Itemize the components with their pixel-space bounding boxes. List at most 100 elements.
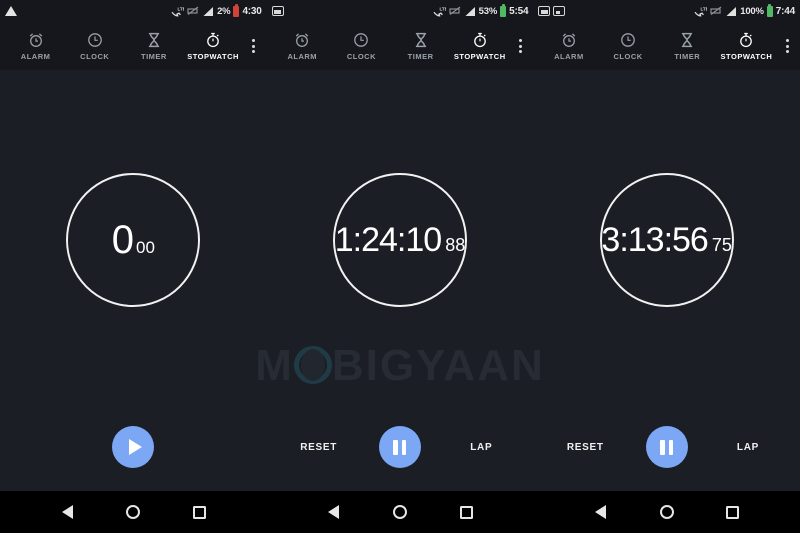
svg-text:LTE: LTE: [178, 6, 185, 11]
status-right-icons: LTE 2% 4:30: [171, 3, 262, 17]
tab-stopwatch[interactable]: STOPWATCH: [717, 22, 776, 70]
reset-button[interactable]: RESET: [291, 442, 347, 453]
stopwatch-icon: [205, 32, 221, 49]
tab-alarm[interactable]: ALARM: [6, 22, 65, 70]
stopwatch-icon: [738, 32, 754, 49]
stopwatch-time: 3:13:56 75: [601, 223, 731, 257]
status-left-icons: [5, 6, 17, 16]
signal-bars-icon: [725, 6, 737, 17]
nav-group: [267, 491, 534, 533]
mute-icon: [710, 6, 722, 16]
panel-stopwatch-running-2: LTE 100% 7:44 ALARM: [533, 0, 800, 491]
tab-alarm[interactable]: ALARM: [273, 22, 332, 70]
stopwatch-icon: [472, 32, 488, 49]
home-icon[interactable]: [113, 491, 153, 533]
stopwatch-controls: RESET LAP: [267, 424, 534, 470]
more-vert-icon[interactable]: [509, 22, 531, 70]
stopwatch-time: 1:24:10 88: [335, 223, 465, 257]
reset-button[interactable]: RESET: [557, 442, 613, 453]
more-vert-icon[interactable]: [776, 22, 798, 70]
screenshot-notification-icon: [538, 6, 551, 16]
alarm-icon: [28, 32, 44, 49]
recents-icon[interactable]: [180, 491, 220, 533]
recents-icon[interactable]: [713, 491, 753, 533]
screenshot-notification-icon: [271, 6, 284, 16]
hourglass-icon: [413, 32, 429, 49]
volte-phone-icon: LTE: [433, 6, 446, 17]
stopwatch-hundredths: 88: [445, 235, 466, 255]
battery-percent-label: 2%: [217, 5, 231, 17]
battery-percent-label: 100%: [740, 5, 764, 17]
tab-clock-label: CLOCK: [80, 51, 110, 61]
tab-stopwatch[interactable]: STOPWATCH: [450, 22, 509, 70]
tab-timer[interactable]: TIMER: [124, 22, 183, 70]
tab-clock-label: CLOCK: [613, 51, 643, 61]
status-clock: 4:30: [242, 5, 262, 17]
svg-text:LTE: LTE: [701, 6, 708, 11]
status-bar: LTE 100% 7:44: [533, 0, 800, 22]
tab-clock[interactable]: CLOCK: [65, 22, 124, 70]
stopwatch-hundredths: 75: [711, 235, 732, 255]
tab-stopwatch-label: STOPWATCH: [187, 51, 239, 61]
tab-timer[interactable]: TIMER: [391, 22, 450, 70]
image-notification-icon: [553, 6, 566, 16]
stopwatch-dial: 1:24:10 88: [332, 173, 467, 307]
mute-icon: [449, 6, 461, 16]
home-icon[interactable]: [380, 491, 420, 533]
lap-button[interactable]: LAP: [453, 442, 509, 453]
stopwatch-dial: 3:13:56 75: [599, 173, 734, 307]
stopwatch-controls: RESET LAP: [533, 424, 800, 470]
more-vert-icon[interactable]: [243, 22, 265, 70]
tab-clock[interactable]: CLOCK: [332, 22, 391, 70]
pause-button[interactable]: [645, 426, 688, 468]
tab-bar: ALARM CLOCK TIMER STOPWATCH: [533, 22, 800, 70]
pause-icon: [660, 439, 674, 455]
warning-triangle-icon: [5, 6, 17, 16]
tab-bar: ALARM CLOCK TIMER STOPWATCH: [266, 22, 534, 70]
mute-icon: [187, 6, 199, 16]
clock-icon: [87, 32, 103, 49]
stopwatch-main-time: 1:24:10: [334, 221, 442, 259]
tab-timer-label: TIMER: [141, 51, 167, 61]
alarm-icon: [561, 32, 577, 49]
play-icon: [128, 439, 142, 455]
stopwatch-main-time: 3:13:56: [601, 221, 708, 259]
tab-stopwatch-label: STOPWATCH: [720, 51, 773, 61]
status-clock: 5:54: [509, 5, 529, 17]
back-icon[interactable]: [580, 491, 620, 533]
hourglass-icon: [146, 32, 162, 49]
battery-icon: [766, 3, 773, 17]
volte-phone-icon: LTE: [171, 6, 184, 17]
battery-icon: [233, 3, 240, 17]
navigation-bar: [0, 491, 800, 533]
tab-alarm[interactable]: ALARM: [539, 22, 598, 70]
panel-stopwatch-stopped: LTE 2% 4:30 ALARM: [0, 0, 267, 491]
status-right-icons: LTE 100% 7:44: [694, 3, 795, 17]
recents-icon[interactable]: [446, 491, 486, 533]
tab-alarm-label: ALARM: [554, 51, 584, 61]
tab-alarm-label: ALARM: [20, 51, 51, 61]
pause-button[interactable]: [378, 426, 421, 468]
tab-stopwatch[interactable]: STOPWATCH: [184, 22, 243, 70]
lap-button[interactable]: LAP: [720, 442, 776, 453]
stopwatch-panels: LTE 2% 4:30 ALARM: [0, 0, 800, 491]
back-icon[interactable]: [314, 491, 354, 533]
signal-bars-icon: [202, 6, 214, 17]
battery-icon: [500, 3, 507, 17]
stopwatch-body: 3:13:56 75 RESET LAP: [533, 70, 800, 491]
back-icon[interactable]: [47, 491, 87, 533]
tab-timer-label: TIMER: [674, 51, 701, 61]
stopwatch-dial: 0 00: [66, 173, 201, 307]
signal-bars-icon: [464, 6, 476, 17]
stopwatch-body: 1:24:10 88 RESET LAP: [267, 70, 534, 491]
tab-timer[interactable]: TIMER: [658, 22, 717, 70]
home-icon[interactable]: [647, 491, 687, 533]
panel-stopwatch-running-1: LTE 53% 5:54 ALARM: [266, 0, 534, 491]
pause-icon: [393, 439, 407, 455]
clock-icon: [353, 32, 369, 49]
volte-phone-icon: LTE: [694, 6, 707, 17]
tab-clock-label: CLOCK: [346, 51, 376, 61]
tab-clock[interactable]: CLOCK: [598, 22, 657, 70]
start-button[interactable]: [112, 426, 155, 468]
tab-timer-label: TIMER: [407, 51, 434, 61]
